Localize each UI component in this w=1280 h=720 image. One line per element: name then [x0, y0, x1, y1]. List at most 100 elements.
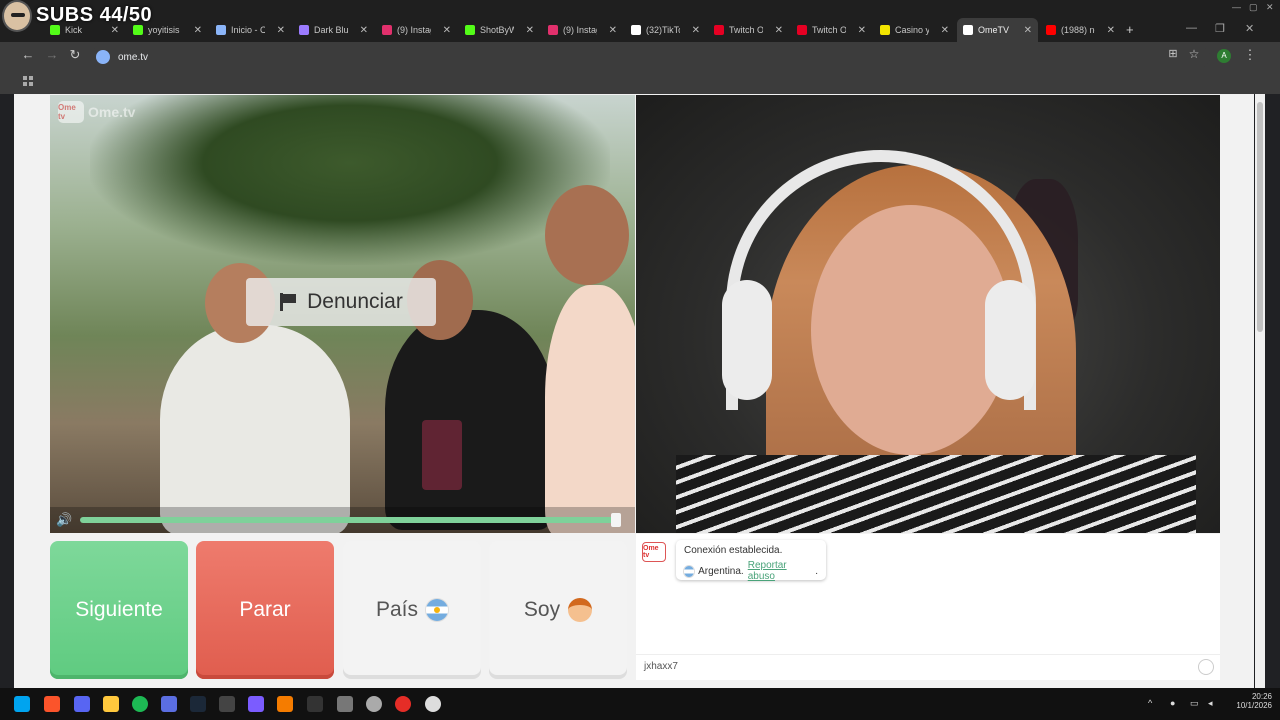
system-message: Conexión establecida. Argentina. Reporta… — [676, 540, 826, 582]
speaker-icon[interactable]: 🔊 — [56, 512, 74, 528]
tab-close-icon[interactable]: ✕ — [277, 25, 285, 36]
tab-item[interactable]: ShotByWo ✕ — [459, 18, 540, 42]
tab-item[interactable]: Twitch Off ✕ — [708, 18, 789, 42]
page-scrollbar[interactable] — [1255, 94, 1265, 688]
tab-item[interactable]: (32)TikTok ✕ — [625, 18, 706, 42]
tab-title: (9) Instagr — [397, 25, 431, 35]
gender-button[interactable]: Soy — [489, 541, 627, 679]
menu-kebab-icon[interactable]: ⋮ — [1240, 47, 1260, 63]
app-icon[interactable] — [337, 696, 353, 712]
pinterest-icon — [714, 25, 724, 35]
flag-icon — [279, 293, 297, 311]
start-icon[interactable] — [14, 696, 30, 712]
stop-button[interactable]: Parar — [196, 541, 334, 679]
tab-item[interactable]: Dark Blue ✕ — [293, 18, 374, 42]
tab-title: Dark Blue — [314, 25, 348, 35]
report-suffix: . — [815, 565, 818, 577]
person-black-shirt — [385, 310, 555, 530]
next-label: Siguiente — [75, 598, 163, 621]
tab-close-icon[interactable]: ✕ — [526, 25, 534, 36]
tab-item[interactable]: (9) Instagr ✕ — [542, 18, 623, 42]
youtube-icon — [1046, 25, 1056, 35]
tab-item[interactable]: OmeTV ✕ — [957, 18, 1038, 42]
site-info-icon[interactable] — [96, 50, 110, 64]
tab-close-icon[interactable]: ✕ — [609, 25, 617, 36]
self-video — [636, 95, 1220, 533]
watermark-text: Ome.tv — [88, 104, 136, 120]
streamer-avatar-icon — [2, 0, 32, 32]
tab-strip: SUBS 44/50 Kick✕yoyitisis St✕Inicio - Ca… — [0, 0, 1280, 42]
tab-close-icon[interactable]: ✕ — [941, 25, 949, 36]
obs-icon[interactable] — [425, 696, 441, 712]
display-icon[interactable]: ▭ — [1190, 698, 1199, 709]
youtube-icon[interactable] — [395, 696, 411, 712]
close-window-icon[interactable]: ✕ — [1245, 22, 1254, 35]
tab-close-icon[interactable]: ✕ — [1024, 25, 1032, 36]
app-icon[interactable] — [307, 696, 323, 712]
tab-item[interactable]: Twitch Off ✕ — [791, 18, 872, 42]
reload-icon[interactable]: ↻ — [65, 47, 85, 63]
tab-item[interactable]: yoyitisis St ✕ — [127, 18, 208, 42]
report-label: Denunciar — [307, 290, 403, 313]
tab-close-icon[interactable]: ✕ — [360, 25, 368, 36]
chat-panel: Ome tv Conexión establecida. Argentina. … — [636, 534, 1220, 680]
bookmark-star-icon[interactable]: ☆ — [1184, 47, 1204, 61]
tab-close-icon[interactable]: ✕ — [443, 25, 451, 36]
apps-grid-icon[interactable] — [23, 76, 33, 86]
tab-item[interactable]: (9) Instagr ✕ — [376, 18, 457, 42]
tab-close-icon[interactable]: ✕ — [858, 25, 866, 36]
spotify-icon[interactable] — [132, 696, 148, 712]
tab-item[interactable]: (1988) no ✕ — [1040, 18, 1121, 42]
pinterest-icon — [797, 25, 807, 35]
forward-icon[interactable]: → — [42, 47, 62, 62]
tab-item[interactable]: Kick ✕ — [44, 18, 125, 42]
app-icon[interactable] — [161, 696, 177, 712]
new-tab-button[interactable]: + — [1126, 22, 1134, 37]
instagram-icon — [548, 25, 558, 35]
next-button[interactable]: Siguiente — [50, 541, 188, 679]
chatgpt-icon[interactable] — [366, 696, 382, 712]
tab-item[interactable]: Casino y A ✕ — [874, 18, 955, 42]
emoji-picker-icon[interactable] — [1198, 659, 1214, 675]
steam-icon[interactable] — [190, 696, 206, 712]
install-app-icon[interactable]: ⊞ — [1163, 47, 1183, 60]
profile-avatar[interactable]: A — [1217, 49, 1231, 63]
tab-title: Inicio - Ca — [231, 25, 265, 35]
volume-slider-handle[interactable] — [611, 513, 621, 527]
tab-close-icon[interactable]: ✕ — [692, 25, 700, 36]
app-icon[interactable] — [248, 696, 264, 712]
minimize-icon[interactable]: — — [1186, 22, 1197, 34]
discord-icon[interactable] — [74, 696, 90, 712]
tab-close-icon[interactable]: ✕ — [111, 25, 119, 36]
stop-label: Parar — [239, 598, 291, 621]
app-icon[interactable] — [277, 696, 293, 712]
tab-close-icon[interactable]: ✕ — [194, 25, 202, 36]
ometv-watermark: Ome tv Ome.tv — [58, 101, 135, 123]
clock[interactable]: 20:26 10/1/2026 — [1232, 692, 1272, 710]
tab-close-icon[interactable]: ✕ — [1107, 25, 1115, 36]
tab-title: ShotByWo — [480, 25, 514, 35]
report-abuse-link[interactable]: Reportar abuso — [748, 560, 812, 582]
app-icon[interactable] — [219, 696, 235, 712]
tab-item[interactable]: Inicio - Ca ✕ — [210, 18, 291, 42]
argentina-flag-icon — [426, 599, 449, 621]
volume-icon[interactable]: ◂ — [1208, 698, 1213, 709]
url-text: ome.tv — [118, 51, 149, 63]
brave-icon[interactable] — [44, 696, 60, 712]
report-button[interactable]: Denunciar — [246, 278, 436, 326]
kick-icon — [50, 25, 60, 35]
volume-slider[interactable] — [80, 517, 617, 523]
address-bar[interactable]: ome.tv — [90, 46, 1210, 68]
scrollbar-thumb[interactable] — [1257, 102, 1263, 332]
back-icon[interactable]: ← — [18, 47, 38, 62]
country-button[interactable]: País — [343, 541, 481, 679]
restore-icon[interactable]: ❐ — [1215, 22, 1225, 35]
tray-chevron-icon[interactable]: ^ — [1148, 698, 1152, 708]
ometv-icon — [963, 25, 973, 35]
tab-close-icon[interactable]: ✕ — [775, 25, 783, 36]
mic-icon[interactable]: ● — [1170, 698, 1175, 708]
overlay-restore-icon: ▢ — [1249, 2, 1258, 12]
overlay-minimize-icon: — — [1232, 2, 1241, 12]
file-explorer-icon[interactable] — [103, 696, 119, 712]
chat-input[interactable]: jxhaxx7 — [636, 654, 1220, 680]
